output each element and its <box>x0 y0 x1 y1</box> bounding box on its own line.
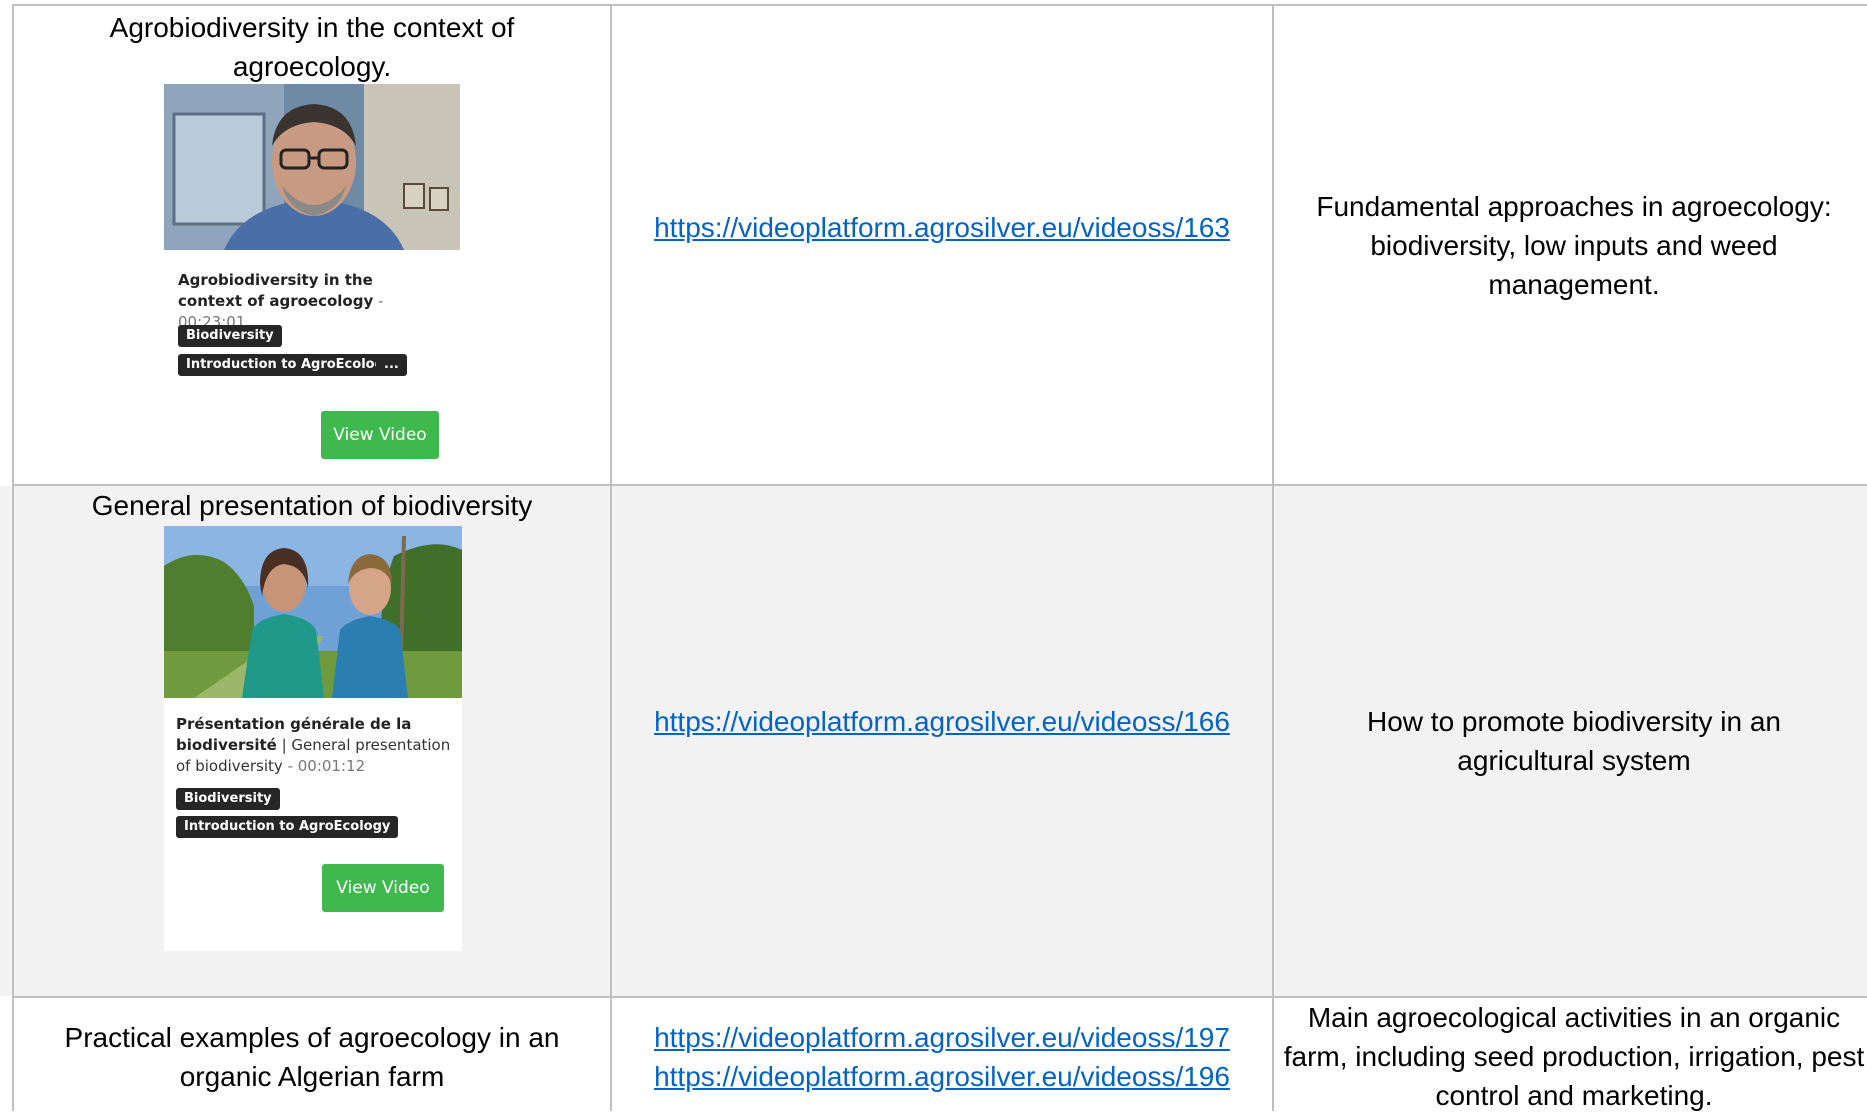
view-video-button[interactable]: View Video <box>321 411 439 459</box>
tag-badge[interactable]: Biodiversity <box>178 325 282 347</box>
man-speaking-thumbnail-image <box>164 84 460 250</box>
video-title: Agrobiodiversity in the context of agroe… <box>109 12 515 82</box>
card-duration: - 00:01:12 <box>282 757 366 775</box>
title-cell: Practical examples of agroecology in an … <box>12 998 612 1111</box>
tag-badge[interactable]: Biodiversity <box>176 788 280 810</box>
video-resource-table: Agrobiodiversity in the context of agroe… <box>0 0 1867 1111</box>
description-cell: How to promote biodiversity in an agricu… <box>1274 486 1867 996</box>
table-row: Agrobiodiversity in the context of agroe… <box>0 6 1867 485</box>
video-link[interactable]: https://videoplatform.agrosilver.eu/vide… <box>612 1057 1272 1096</box>
card-title: Agrobiodiversity in the context of agroe… <box>178 270 438 333</box>
tag-badge[interactable]: Introduction to AgroEcology <box>178 354 401 376</box>
tag-badge[interactable]: Introduction to AgroEcology <box>176 816 399 838</box>
video-card: Agrobiodiversity in the context of agroe… <box>164 250 460 464</box>
video-card: Présentation générale de la biodiversité… <box>164 698 462 951</box>
table-row: General presentation of biodiversity Pré… <box>0 486 1867 996</box>
card-title: Présentation générale de la biodiversité… <box>176 714 452 777</box>
video-link[interactable]: https://videoplatform.agrosilver.eu/vide… <box>612 702 1272 741</box>
link-cell: https://videoplatform.agrosilver.eu/vide… <box>612 486 1274 996</box>
video-link[interactable]: https://videoplatform.agrosilver.eu/vide… <box>612 1018 1272 1057</box>
two-women-in-orchard-thumbnail-image <box>164 526 462 698</box>
card-title-bold: Agrobiodiversity in the context of agroe… <box>178 271 374 310</box>
video-description: How to promote biodiversity in an agricu… <box>1367 706 1781 776</box>
video-link[interactable]: https://videoplatform.agrosilver.eu/vide… <box>612 208 1272 247</box>
video-thumbnail[interactable] <box>164 84 460 250</box>
video-description: Main agroecological activities in an org… <box>1283 1002 1865 1111</box>
table-row: Practical examples of agroecology in an … <box>0 998 1867 1111</box>
link-cell: https://videoplatform.agrosilver.eu/vide… <box>612 998 1274 1111</box>
description-cell: Main agroecological activities in an org… <box>1274 998 1867 1111</box>
video-title: General presentation of biodiversity <box>91 490 533 521</box>
title-cell: Agrobiodiversity in the context of agroe… <box>12 6 612 485</box>
link-cell: https://videoplatform.agrosilver.eu/vide… <box>612 6 1274 485</box>
more-tags-badge[interactable]: ... <box>376 354 407 376</box>
description-cell: Fundamental approaches in agroecology: b… <box>1274 6 1867 485</box>
view-video-button[interactable]: View Video <box>322 864 444 912</box>
video-description: Fundamental approaches in agroecology: b… <box>1316 191 1832 300</box>
video-thumbnail[interactable] <box>164 526 462 698</box>
title-cell: General presentation of biodiversity Pré… <box>12 486 612 996</box>
video-title: Practical examples of agroecology in an … <box>64 1022 560 1092</box>
